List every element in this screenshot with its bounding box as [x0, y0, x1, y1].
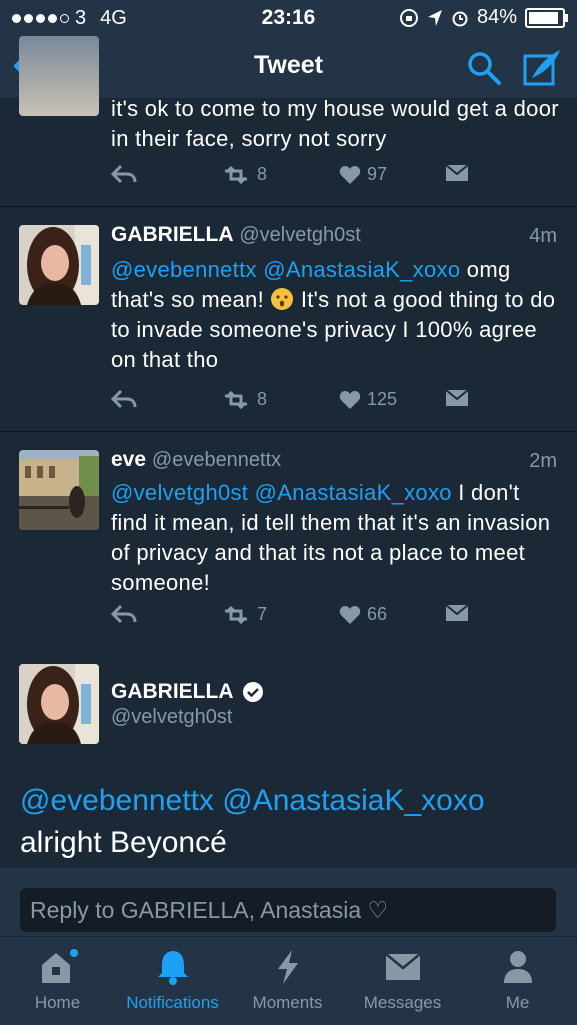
- reply-bar: Reply to GABRIELLA, Anastasia ♡: [0, 868, 577, 936]
- tweet-text: it's ok to come to my house would get a …: [111, 96, 559, 151]
- conversation-feed: it's ok to come to my house would get a …: [0, 36, 577, 647]
- avatar[interactable]: [19, 450, 99, 530]
- tweet-text: @evebennettx @AnastasiaK_xoxo omg that's…: [111, 255, 561, 375]
- like-count: 97: [367, 164, 388, 184]
- user-handle[interactable]: @velvetgh0st: [239, 224, 360, 246]
- retweet-count: 7: [257, 604, 268, 624]
- lightning-icon: [277, 950, 298, 984]
- heart-icon: [339, 165, 361, 184]
- reply-icon: [111, 164, 137, 184]
- rotation-lock-icon: [399, 8, 418, 27]
- avatar[interactable]: [19, 664, 99, 744]
- timestamp: 4m: [529, 225, 557, 247]
- display-name[interactable]: eve: [111, 448, 146, 471]
- reply-button[interactable]: [111, 389, 137, 409]
- mention-link[interactable]: @AnastasiaK_xoxo: [255, 480, 452, 505]
- user-handle[interactable]: @velvetgh0st: [111, 706, 232, 729]
- tab-label: Home: [34, 993, 81, 1012]
- dm-button[interactable]: [445, 164, 469, 182]
- envelope-icon: [445, 604, 469, 621]
- tab-moments[interactable]: Moments: [230, 941, 345, 1013]
- mention-link[interactable]: @AnastasiaK_xoxo: [263, 257, 460, 282]
- like-button[interactable]: 66: [339, 604, 387, 625]
- tweet-actions: 8 125: [111, 389, 471, 417]
- reply-button[interactable]: [111, 604, 137, 624]
- like-count: 66: [367, 604, 388, 624]
- tab-label: Me: [505, 993, 530, 1012]
- retweet-button[interactable]: 8: [221, 164, 267, 185]
- reply-input[interactable]: Reply to GABRIELLA, Anastasia ♡: [20, 888, 556, 932]
- tweet-actions: 7 66: [111, 604, 471, 632]
- search-icon[interactable]: [466, 50, 502, 86]
- retweet-count: 8: [257, 164, 268, 184]
- tab-label: Messages: [363, 993, 442, 1012]
- retweet-icon: [225, 390, 247, 409]
- focused-tweet: GABRIELLA @velvetgh0st @evebennettx @Ana…: [0, 646, 577, 868]
- reply-button[interactable]: [111, 164, 137, 184]
- envelope-icon: [445, 389, 469, 406]
- verified-badge-icon: [242, 682, 263, 702]
- tab-label: Moments: [252, 993, 323, 1012]
- status-right: 84%: [399, 6, 568, 29]
- tab-me[interactable]: Me: [460, 941, 575, 1013]
- avatar-photo: [19, 450, 99, 530]
- retweet-button[interactable]: 8: [221, 389, 267, 410]
- retweet-icon: [225, 605, 247, 624]
- mention-link[interactable]: @evebennettx: [20, 784, 214, 817]
- tab-messages[interactable]: Messages: [345, 941, 460, 1013]
- tweet-actions: 8 97: [111, 164, 471, 192]
- like-count: 125: [367, 389, 398, 409]
- tab-home[interactable]: Home: [0, 941, 115, 1013]
- heart-icon: [339, 390, 361, 409]
- dm-button[interactable]: [445, 389, 469, 407]
- battery-icon: [525, 7, 568, 28]
- tweet-header: GABRIELLA @velvetgh0st: [111, 223, 361, 247]
- tweet-header: eve @evebennettx: [111, 448, 281, 472]
- status-bar: 3 4G 23:16 84%: [0, 0, 577, 36]
- person-icon: [503, 951, 532, 983]
- bell-icon: [157, 951, 188, 985]
- reply-icon: [111, 604, 137, 624]
- tab-bar: Home Notifications Moments Messages Me: [0, 936, 577, 1025]
- tweet-text: @velvetgh0st @AnastasiaK_xoxo I don't fi…: [111, 478, 561, 598]
- envelope-icon: [445, 164, 469, 181]
- retweet-count: 8: [257, 389, 268, 409]
- location-icon: [427, 9, 442, 26]
- compose-tweet-icon[interactable]: [522, 48, 562, 88]
- heart-icon: [339, 605, 361, 624]
- retweet-icon: [225, 165, 247, 184]
- user-handle[interactable]: @evebennettx: [152, 449, 281, 471]
- mention-link[interactable]: @AnastasiaK_xoxo: [222, 784, 484, 817]
- battery-percent: 84%: [476, 6, 517, 28]
- avatar[interactable]: [19, 225, 99, 305]
- home-icon: [41, 949, 78, 983]
- tweet-text-part: alright Beyoncé: [20, 826, 227, 859]
- tab-label: Notifications: [126, 993, 219, 1012]
- tweet-item[interactable]: it's ok to come to my house would get a …: [0, 36, 577, 207]
- tweet-text: @evebennettx @AnastasiaK_xoxo alright Be…: [20, 780, 560, 864]
- mention-link[interactable]: @velvetgh0st: [111, 480, 248, 505]
- avatar-photo: [19, 664, 99, 744]
- display-name[interactable]: GABRIELLA: [111, 680, 234, 704]
- avatar-photo: [19, 225, 99, 305]
- retweet-button[interactable]: 7: [221, 604, 267, 625]
- mention-link[interactable]: @evebennettx: [111, 257, 257, 282]
- reply-icon: [111, 389, 137, 409]
- tab-notifications[interactable]: Notifications: [115, 941, 230, 1013]
- like-button[interactable]: 97: [339, 164, 387, 185]
- display-name[interactable]: GABRIELLA: [111, 223, 234, 246]
- avatar[interactable]: [19, 36, 99, 116]
- like-button[interactable]: 125: [339, 389, 397, 410]
- hushed-face-emoji-icon: [271, 288, 294, 310]
- envelope-icon: [384, 953, 421, 980]
- timestamp: 2m: [529, 450, 557, 472]
- dm-button[interactable]: [445, 604, 469, 622]
- display-name-row: GABRIELLA: [111, 680, 264, 704]
- alarm-icon: [452, 11, 468, 26]
